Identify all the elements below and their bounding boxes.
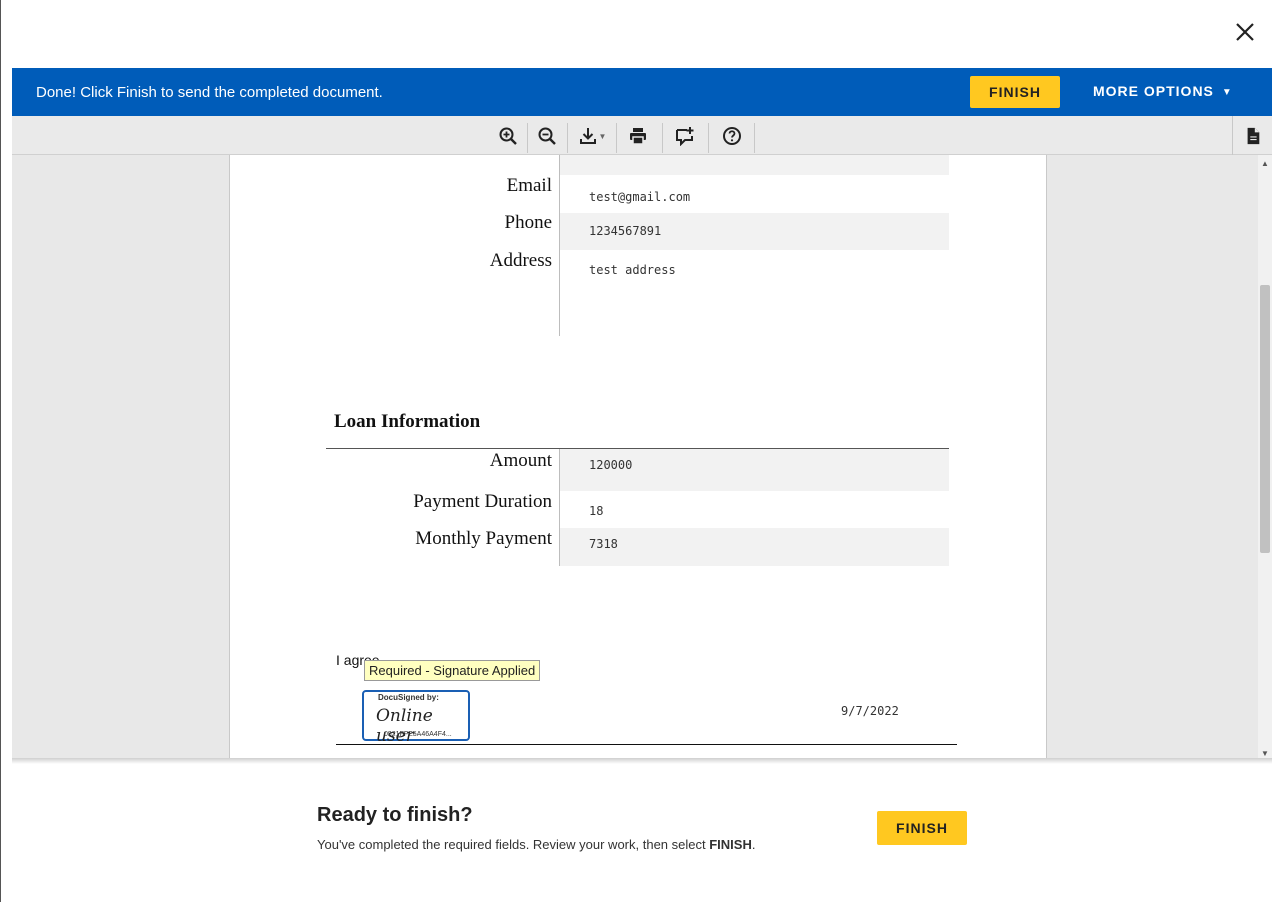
phone-field[interactable]: 1234567891 bbox=[560, 213, 949, 250]
scrollbar-thumb[interactable] bbox=[1260, 285, 1270, 553]
payment-duration-label: Payment Duration bbox=[413, 491, 552, 512]
more-options-button[interactable]: MORE OPTIONS ▼ bbox=[1093, 83, 1233, 99]
completion-banner: Done! Click Finish to send the completed… bbox=[12, 68, 1272, 116]
zoom-in-icon bbox=[499, 127, 517, 145]
vertical-scrollbar[interactable]: ▲ ▼ bbox=[1258, 155, 1272, 760]
close-icon bbox=[1236, 23, 1254, 41]
signature-tooltip: Required - Signature Applied bbox=[364, 660, 541, 681]
close-button[interactable] bbox=[1232, 19, 1258, 45]
finish-button-bottom[interactable]: FINISH bbox=[877, 811, 967, 845]
caret-down-icon: ▼ bbox=[1221, 87, 1233, 98]
email-field[interactable]: test@gmail.com bbox=[560, 177, 949, 212]
more-options-label: MORE OPTIONS bbox=[1093, 83, 1214, 99]
add-comment-button[interactable] bbox=[673, 122, 697, 150]
dropdown-caret-icon: ▼ bbox=[598, 131, 607, 141]
document-toolbar: ▼ bbox=[12, 116, 1272, 155]
print-button[interactable] bbox=[626, 122, 650, 150]
document-pages-button[interactable] bbox=[1232, 116, 1272, 155]
download-button[interactable]: ▼ bbox=[575, 122, 609, 150]
amount-field[interactable]: 120000 bbox=[560, 449, 949, 491]
zoom-out-button[interactable] bbox=[535, 122, 559, 150]
scroll-down-arrow-icon[interactable]: ▼ bbox=[1261, 749, 1269, 758]
signature-line bbox=[336, 744, 957, 745]
signature-id: 0921FFE5A46A4F4... bbox=[384, 731, 452, 738]
download-icon bbox=[579, 128, 596, 144]
address-label: Address bbox=[489, 250, 552, 271]
email-label: Email bbox=[506, 175, 552, 196]
loan-section-title: Loan Information bbox=[334, 411, 481, 432]
previous-field[interactable] bbox=[560, 155, 949, 175]
finish-button-top[interactable]: FINISH bbox=[970, 76, 1060, 108]
monthly-payment-label: Monthly Payment bbox=[415, 528, 552, 549]
document-icon bbox=[1247, 127, 1259, 144]
signature-field[interactable]: DocuSigned by: Online user 0921FFE5A46A4… bbox=[362, 690, 470, 746]
document-page: Email test@gmail.com Phone 1234567891 Ad… bbox=[229, 155, 1047, 760]
amount-label: Amount bbox=[489, 450, 552, 471]
help-icon bbox=[723, 127, 741, 145]
signature-header: DocuSigned by: bbox=[378, 693, 439, 702]
date-signed-field: 9/7/2022 bbox=[841, 704, 899, 718]
scroll-up-arrow-icon[interactable]: ▲ bbox=[1261, 159, 1269, 168]
phone-label: Phone bbox=[504, 212, 553, 233]
payment-duration-field[interactable]: 18 bbox=[560, 491, 949, 528]
ready-title: Ready to finish? bbox=[317, 804, 473, 826]
signature-name: Online user bbox=[376, 706, 433, 746]
banner-message: Done! Click Finish to send the completed… bbox=[36, 84, 383, 101]
zoom-in-button[interactable] bbox=[496, 122, 520, 150]
add-comment-icon bbox=[676, 127, 694, 146]
divider-shadow bbox=[12, 758, 1272, 764]
address-field[interactable]: test address bbox=[560, 251, 949, 335]
ready-message: You've completed the required fields. Re… bbox=[317, 837, 756, 852]
print-icon bbox=[630, 128, 646, 145]
monthly-payment-field[interactable]: 7318 bbox=[560, 528, 949, 566]
document-viewer: Email test@gmail.com Phone 1234567891 Ad… bbox=[12, 155, 1272, 760]
zoom-out-icon bbox=[538, 127, 556, 145]
help-button[interactable] bbox=[720, 122, 744, 150]
